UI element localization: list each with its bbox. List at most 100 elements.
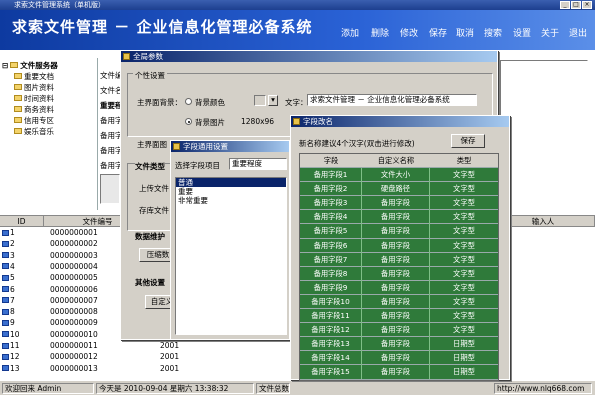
custom-name[interactable]: 备用字段: [362, 266, 430, 281]
field-type: 日期型: [453, 353, 475, 363]
field-type: 文字型: [453, 325, 475, 335]
section-title: 数据维护: [135, 232, 165, 241]
option-item[interactable]: 非常重要: [176, 196, 286, 205]
custom-name[interactable]: 备用字段: [362, 294, 430, 309]
option-item[interactable]: 普通: [176, 178, 286, 187]
custom-name[interactable]: 备用字段: [362, 280, 430, 295]
table-row[interactable]: 备用字段5 备用字段 文字型: [300, 224, 498, 239]
field-name: 备用字段8: [300, 266, 362, 281]
status-website[interactable]: http://www.nlq668.com: [494, 383, 592, 394]
custom-name[interactable]: 备用字段: [362, 252, 430, 267]
bg-color-radio[interactable]: [185, 98, 192, 105]
custom-name[interactable]: 备用字段: [362, 365, 430, 380]
select-label: 选择字段项目: [175, 161, 220, 170]
table-body: 备用字段1 文件大小 文字型 备用字段2 硬盘路径 文字型 备用字段3 备用字段 文字型 备用字段…: [300, 168, 498, 380]
custom-name[interactable]: 备用字段: [362, 309, 430, 324]
tree-item[interactable]: 重要文档: [14, 71, 54, 81]
table-row[interactable]: 备用字段4 备用字段 文字型: [300, 210, 498, 225]
custom-name[interactable]: 备用字段: [362, 337, 430, 352]
color-dropdown-icon[interactable]: ▾: [268, 95, 278, 106]
options-list[interactable]: 普通 重要 非常重要: [175, 177, 287, 335]
search-button[interactable]: 搜索: [484, 26, 502, 39]
row-code: 0000000012: [50, 352, 98, 362]
column-header: 类型: [456, 156, 472, 165]
table-row[interactable]: 备用字段12 备用字段 文字型: [300, 323, 498, 338]
computer-icon: [2, 365, 9, 372]
collapse-icon[interactable]: ⊟: [2, 61, 8, 70]
main-icon-label: 主界面图: [137, 140, 167, 149]
minimize-icon[interactable]: _: [560, 1, 570, 9]
row-code: 0000000010: [50, 329, 98, 339]
folder-icon: [14, 128, 22, 134]
tree-item[interactable]: 时间资料: [14, 93, 54, 103]
custom-name[interactable]: 硬盘路径: [362, 182, 430, 197]
option-item[interactable]: 重要: [176, 187, 286, 196]
field-select[interactable]: 重要程度: [229, 158, 287, 170]
custom-name[interactable]: 备用字段: [362, 196, 430, 211]
field-table[interactable]: 字段 自定义名称 类型 备用字段1 文件大小 文字型 备用字段2 硬盘路径 文字型 备用字段…: [299, 153, 499, 381]
common-settings-dialog: 字段通用设置 选择字段项目 重要程度 普通 重要 非常重要: [170, 140, 290, 340]
tree-item[interactable]: 娱乐音乐: [14, 126, 54, 136]
bg-image-radio[interactable]: [185, 118, 192, 125]
column-header-id[interactable]: ID: [0, 216, 44, 227]
add-button[interactable]: 添加: [341, 26, 359, 39]
field-name: 备用字段7: [300, 252, 362, 267]
delete-button[interactable]: 删除: [371, 26, 389, 39]
tree-item[interactable]: 信用专区: [14, 115, 54, 125]
row-id: 8: [10, 307, 15, 317]
row-cell: 2001: [160, 341, 180, 350]
settings-button[interactable]: 设置: [513, 26, 531, 39]
edit-button[interactable]: 修改: [400, 26, 418, 39]
field-type: 文字型: [453, 254, 475, 264]
row-code: 0000000008: [50, 307, 98, 317]
save-button[interactable]: 保存: [429, 26, 447, 39]
app-title: 求索文件管理 － 企业信息化管理必备系统: [12, 18, 313, 36]
computer-icon: [2, 308, 9, 315]
custom-name[interactable]: 备用字段: [362, 351, 430, 366]
custom-name[interactable]: 备用字段: [362, 238, 430, 253]
status-bar: 欢迎回来 Admin 今天是 2010-09-04 星期六 13:38:32 文…: [0, 380, 595, 395]
row-id: 2: [10, 239, 15, 249]
custom-name[interactable]: 备用字段: [362, 323, 430, 338]
computer-icon: [2, 319, 9, 326]
cancel-button[interactable]: 取消: [456, 26, 474, 39]
custom-name[interactable]: 备用字段: [362, 210, 430, 225]
row-code: 0000000005: [50, 273, 98, 283]
folder-icon: [14, 117, 22, 123]
bg-image-label: 背景图片: [195, 118, 225, 127]
banner-text-field[interactable]: 求索文件管理 － 企业信息化管理必备系统: [307, 94, 477, 106]
field-name: 备用字段3: [300, 196, 362, 211]
status-file-count: 文件总数: [256, 383, 290, 394]
table-row[interactable]: 备用字段6 备用字段 文字型: [300, 238, 498, 253]
table-row[interactable]: 备用字段2 硬盘路径 文字型: [300, 182, 498, 197]
main-bg-label: 主界面背景：: [137, 98, 182, 107]
table-row[interactable]: 备用字段7 备用字段 文字型: [300, 252, 498, 267]
computer-icon: [2, 229, 9, 236]
tree-item[interactable]: 商务资料: [14, 104, 54, 114]
about-button[interactable]: 关于: [541, 26, 559, 39]
computer-icon: [2, 331, 9, 338]
color-swatch[interactable]: [254, 95, 266, 106]
table-row[interactable]: 备用字段1 文件大小 文字型: [300, 168, 498, 183]
status-datetime: 今天是 2010-09-04 星期六 13:38:32: [96, 383, 254, 394]
close-icon[interactable]: ×: [582, 1, 592, 9]
save-button[interactable]: 保存: [451, 134, 485, 148]
custom-name[interactable]: 备用字段: [362, 224, 430, 239]
table-row[interactable]: 备用字段9 备用字段 文字型: [300, 280, 498, 295]
table-row[interactable]: 备用字段11 备用字段 文字型: [300, 309, 498, 324]
table-row[interactable]: 备用字段8 备用字段 文字型: [300, 266, 498, 281]
table-row[interactable]: 备用字段13 备用字段 日期型: [300, 337, 498, 352]
folder-tree[interactable]: ⊟ 文件服务器 重要文档 图片资料 时间资料 商务资料 信用专区 娱乐音乐: [0, 58, 98, 210]
table-row[interactable]: 备用字段10 备用字段 文字型: [300, 294, 498, 310]
table-row[interactable]: 备用字段15 备用字段 日期型: [300, 365, 498, 380]
tree-root[interactable]: ⊟ 文件服务器: [2, 60, 58, 70]
tree-item[interactable]: 图片资料: [14, 82, 54, 92]
window-titlebar: 求索文件管理系统（单机版） _ □ ×: [0, 0, 595, 10]
field-name: 备用字段14: [300, 351, 362, 366]
maximize-icon[interactable]: □: [571, 1, 581, 9]
row-cell: 2001: [160, 352, 180, 362]
custom-name[interactable]: 文件大小: [362, 168, 430, 183]
exit-button[interactable]: 退出: [569, 26, 587, 39]
table-row[interactable]: 备用字段14 备用字段 日期型: [300, 351, 498, 366]
table-row[interactable]: 备用字段3 备用字段 文字型: [300, 196, 498, 211]
